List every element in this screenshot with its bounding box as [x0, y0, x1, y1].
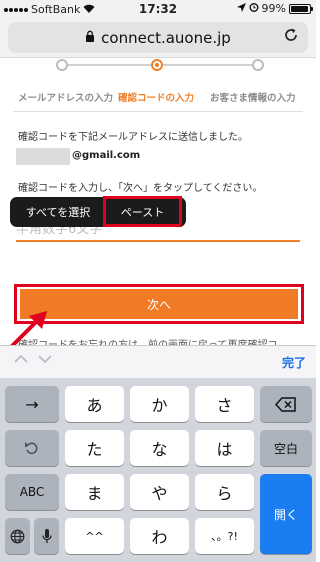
- undo-icon[interactable]: [5, 430, 59, 466]
- space-key[interactable]: 空白: [260, 430, 312, 466]
- key-emoticon[interactable]: ^^: [65, 518, 124, 554]
- status-right-group: 99%: [236, 2, 313, 15]
- browser-toolbar: connect.auone.jp: [0, 18, 316, 58]
- status-bar: SoftBank 17:32 99%: [0, 0, 316, 18]
- step-label-code: 確認コードの入力: [118, 93, 195, 104]
- chevron-up-icon[interactable]: [14, 352, 28, 368]
- globe-icon[interactable]: [5, 518, 30, 554]
- step-1-dot: [56, 59, 68, 71]
- step-2-dot: [151, 59, 163, 71]
- lock-icon: [85, 30, 95, 45]
- key-ra[interactable]: ら: [195, 474, 254, 510]
- next-button[interactable]: 次へ: [20, 289, 298, 319]
- key-ma[interactable]: ま: [65, 474, 124, 510]
- japanese-keyboard: → あ か さ た な は 空白 ABC ま や ら 開く ^^ わ 、。?!: [0, 378, 316, 562]
- backspace-icon[interactable]: [260, 386, 312, 422]
- key-ta[interactable]: た: [65, 430, 124, 466]
- abc-mode-key[interactable]: ABC: [5, 474, 59, 510]
- key-punctuation[interactable]: 、。?!: [195, 518, 254, 554]
- alarm-icon: [249, 2, 259, 15]
- key-na[interactable]: な: [130, 430, 189, 466]
- prompt-text: 確認コードを入力し、「次へ」をタップしてください。: [18, 183, 263, 194]
- reload-icon[interactable]: [283, 27, 299, 48]
- next-candidate-key[interactable]: →: [5, 386, 59, 422]
- key-wa[interactable]: わ: [130, 518, 189, 554]
- location-icon: [236, 2, 246, 15]
- microphone-icon[interactable]: [34, 518, 59, 554]
- step-3-dot: [252, 59, 264, 71]
- done-button[interactable]: 完了: [282, 354, 306, 371]
- masked-email-block: [16, 148, 70, 165]
- key-a[interactable]: あ: [65, 386, 124, 422]
- key-sa[interactable]: さ: [195, 386, 254, 422]
- chevron-down-icon[interactable]: [38, 352, 52, 368]
- email-suffix: @gmail.com: [72, 150, 141, 161]
- battery-percent: 99%: [261, 2, 286, 15]
- key-ka[interactable]: か: [130, 386, 189, 422]
- instruction-text: 確認コードを下記メールアドレスに送信しました。: [18, 132, 248, 143]
- select-all-menu-item[interactable]: すべてを選択: [10, 204, 106, 220]
- battery-icon: [289, 3, 313, 14]
- divider: [13, 111, 303, 112]
- address-bar[interactable]: connect.auone.jp: [8, 22, 308, 53]
- step-label-customer-info: お客さま情報の入力: [210, 93, 296, 104]
- url-text: connect.auone.jp: [101, 28, 231, 47]
- step-label-email: メールアドレスの入力: [18, 93, 114, 104]
- key-ha[interactable]: は: [195, 430, 254, 466]
- keyboard-accessory-bar: 完了: [0, 345, 316, 378]
- open-key[interactable]: 開く: [260, 474, 312, 554]
- paste-menu-item[interactable]: ペースト: [103, 196, 182, 227]
- key-ya[interactable]: や: [130, 474, 189, 510]
